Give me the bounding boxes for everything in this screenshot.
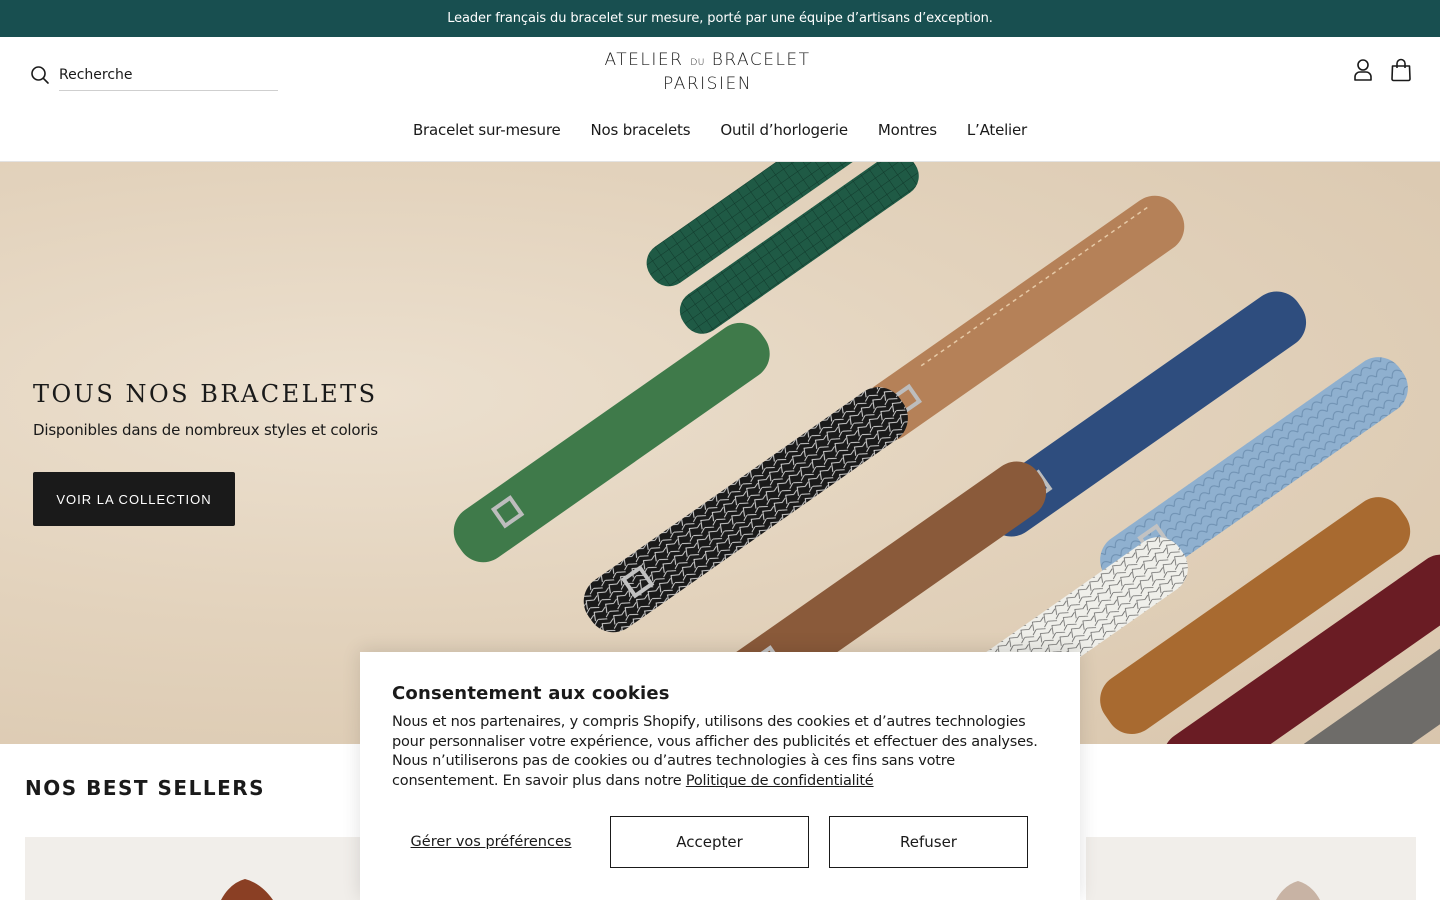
refuse-button[interactable]: Refuser <box>829 816 1028 868</box>
product-card[interactable] <box>1086 837 1416 900</box>
hero-subtitle: Disponibles dans de nombreux styles et c… <box>33 421 378 439</box>
account-icon[interactable] <box>1352 58 1374 82</box>
view-collection-button[interactable]: VOIR LA COLLECTION <box>33 472 235 526</box>
announcement-bar: Leader français du bracelet sur mesure, … <box>0 0 1440 37</box>
cart-icon[interactable] <box>1390 58 1412 82</box>
nav-item-atelier[interactable]: L’Atelier <box>952 121 1042 139</box>
best-sellers-title: NOS BEST SELLERS <box>25 776 266 800</box>
accept-button[interactable]: Accepter <box>610 816 809 868</box>
nav-item-montres[interactable]: Montres <box>863 121 952 139</box>
product-card[interactable] <box>25 837 360 900</box>
manage-preferences-link[interactable]: Gérer vos préférences <box>392 816 590 868</box>
site-logo[interactable]: ATELIER DU BRACELET PARISIEN <box>560 50 855 96</box>
nav-item-outil-horlogerie[interactable]: Outil d’horlogerie <box>705 121 863 139</box>
announcement-text: Leader français du bracelet sur mesure, … <box>447 11 993 26</box>
cookie-text: Nous et nos partenaires, y compris Shopi… <box>392 713 1052 791</box>
hero-title: TOUS NOS BRACELETS <box>33 380 378 408</box>
logo-word-atelier: ATELIER <box>604 50 684 70</box>
cookie-title: Consentement aux cookies <box>392 683 670 704</box>
cookie-consent-banner: Consentement aux cookies Nous et nos par… <box>360 652 1080 900</box>
nav-item-bracelet-sur-mesure[interactable]: Bracelet sur-mesure <box>398 121 576 139</box>
main-nav: Bracelet sur-mesure Nos bracelets Outil … <box>0 121 1440 139</box>
product-image <box>221 879 273 900</box>
search-icon[interactable] <box>30 65 50 85</box>
logo-word-du: DU <box>690 58 705 68</box>
nav-item-nos-bracelets[interactable]: Nos bracelets <box>576 121 706 139</box>
logo-word-bracelet: BRACELET <box>711 50 811 70</box>
logo-word-parisien: PARISIEN <box>663 74 752 94</box>
privacy-policy-link[interactable]: Politique de confidentialité <box>686 773 874 789</box>
site-header: ATELIER DU BRACELET PARISIEN Bracelet su… <box>0 37 1440 162</box>
product-image <box>1276 881 1320 900</box>
search-input[interactable] <box>59 59 278 91</box>
search-bar[interactable] <box>30 59 278 91</box>
